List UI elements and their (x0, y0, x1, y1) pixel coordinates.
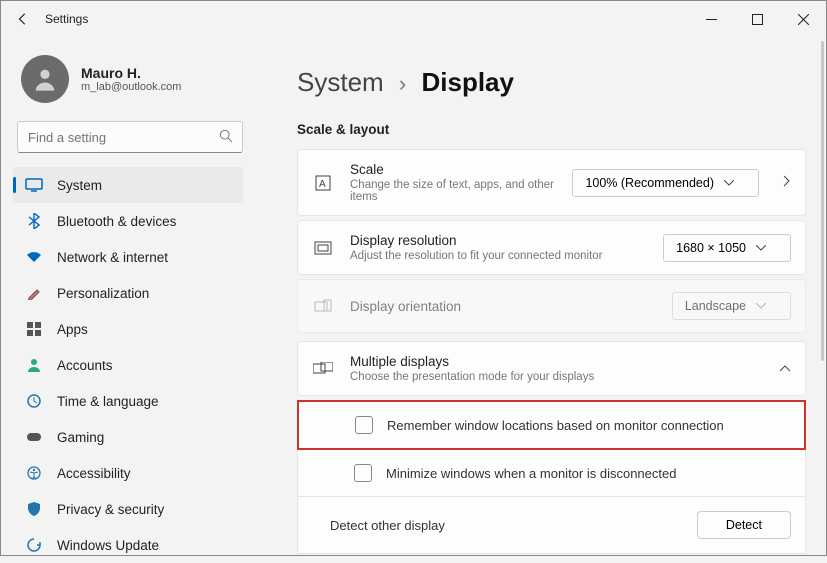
option-label: Minimize windows when a monitor is disco… (386, 466, 676, 481)
nav-label: Accounts (57, 358, 113, 373)
setting-desc: Change the size of text, apps, and other… (350, 179, 556, 203)
sidebar-item-update[interactable]: Windows Update (13, 527, 243, 563)
setting-multiple-displays[interactable]: Multiple displays Choose the presentation… (297, 341, 806, 396)
sidebar-item-apps[interactable]: Apps (13, 311, 243, 347)
update-icon (25, 536, 43, 554)
option-label: Remember window locations based on monit… (387, 418, 724, 433)
setting-title: Display resolution (350, 233, 647, 248)
multi-display-icon (312, 362, 334, 376)
svg-text:A: A (319, 179, 326, 190)
sidebar-nav: System Bluetooth & devices Network & int… (13, 167, 253, 563)
setting-title: Multiple displays (350, 354, 755, 369)
sidebar-item-network[interactable]: Network & internet (13, 239, 243, 275)
chevron-right-icon: › (399, 71, 406, 96)
clock-icon (25, 392, 43, 410)
option-minimize-disconnect[interactable]: Minimize windows when a monitor is disco… (297, 450, 806, 497)
option-label: Detect other display (330, 518, 445, 533)
setting-desc: Choose the presentation mode for your di… (350, 371, 755, 383)
orientation-icon (312, 299, 334, 313)
wifi-icon (25, 248, 43, 266)
sidebar-item-accessibility[interactable]: Accessibility (13, 455, 243, 491)
setting-scale[interactable]: A Scale Change the size of text, apps, an… (297, 149, 806, 216)
close-button[interactable] (780, 3, 826, 35)
breadcrumb-current: Display (421, 67, 514, 97)
user-name: Mauro H. (81, 65, 181, 81)
setting-orientation: Display orientation Landscape (297, 279, 806, 333)
chevron-up-icon[interactable] (779, 360, 791, 378)
sidebar-item-time[interactable]: Time & language (13, 383, 243, 419)
nav-label: Privacy & security (57, 502, 164, 517)
nav-label: Accessibility (57, 466, 131, 481)
nav-label: Windows Update (57, 538, 159, 553)
breadcrumb: System › Display (297, 67, 806, 98)
person-icon (25, 356, 43, 374)
back-button[interactable] (9, 5, 37, 33)
gaming-icon (25, 428, 43, 446)
resolution-icon (312, 241, 334, 255)
section-header: Scale & layout (297, 122, 806, 137)
avatar (21, 55, 69, 103)
nav-label: Apps (57, 322, 88, 337)
chevron-down-icon (756, 303, 766, 309)
nav-label: Time & language (57, 394, 159, 409)
user-profile[interactable]: Mauro H. m_lab@outlook.com (13, 45, 253, 121)
sidebar-item-privacy[interactable]: Privacy & security (13, 491, 243, 527)
sidebar-item-gaming[interactable]: Gaming (13, 419, 243, 455)
apps-icon (25, 320, 43, 338)
brush-icon (25, 284, 43, 302)
maximize-button[interactable] (734, 3, 780, 35)
shield-icon (25, 500, 43, 518)
breadcrumb-root[interactable]: System (297, 67, 384, 97)
nav-label: Bluetooth & devices (57, 214, 176, 229)
sidebar-item-personalization[interactable]: Personalization (13, 275, 243, 311)
nav-label: Network & internet (57, 250, 168, 265)
bluetooth-icon (25, 212, 43, 230)
window-title: Settings (45, 12, 688, 26)
setting-title: Display orientation (350, 299, 656, 314)
scale-select[interactable]: 100% (Recommended) (572, 169, 759, 197)
checkbox[interactable] (355, 416, 373, 434)
orientation-select: Landscape (672, 292, 791, 320)
setting-resolution[interactable]: Display resolution Adjust the resolution … (297, 220, 806, 275)
scrollbar[interactable] (821, 41, 824, 361)
chevron-down-icon (724, 180, 734, 186)
nav-label: System (57, 178, 102, 193)
minimize-button[interactable] (688, 3, 734, 35)
display-icon (25, 176, 43, 194)
checkbox[interactable] (354, 464, 372, 482)
search-input[interactable] (17, 121, 243, 153)
setting-desc: Adjust the resolution to fit your connec… (350, 250, 647, 262)
option-detect-display: Detect other display Detect (297, 497, 806, 554)
setting-title: Scale (350, 162, 556, 177)
search-box[interactable] (17, 121, 243, 153)
chevron-down-icon (756, 245, 766, 251)
sidebar-item-accounts[interactable]: Accounts (13, 347, 243, 383)
search-icon (219, 129, 233, 148)
user-email: m_lab@outlook.com (81, 81, 181, 93)
nav-label: Gaming (57, 430, 104, 445)
chevron-right-icon[interactable] (783, 174, 791, 192)
nav-label: Personalization (57, 286, 149, 301)
scale-icon: A (312, 174, 334, 192)
sidebar-item-system[interactable]: System (13, 167, 243, 203)
detect-button[interactable]: Detect (697, 511, 791, 539)
option-remember-locations[interactable]: Remember window locations based on monit… (297, 400, 806, 450)
accessibility-icon (25, 464, 43, 482)
resolution-select[interactable]: 1680 × 1050 (663, 234, 791, 262)
sidebar-item-bluetooth[interactable]: Bluetooth & devices (13, 203, 243, 239)
